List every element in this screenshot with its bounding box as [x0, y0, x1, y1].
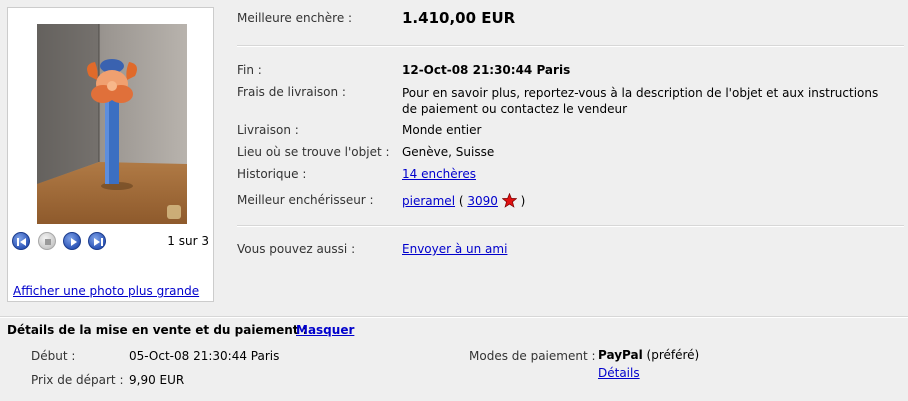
- shipping-value: Pour en savoir plus, reportez-vous à la …: [402, 86, 879, 116]
- also-label: Vous pouvez aussi :: [237, 242, 356, 256]
- play-icon[interactable]: [63, 232, 81, 250]
- next-icon[interactable]: [88, 232, 106, 250]
- location-value: Genève, Suisse: [402, 145, 495, 159]
- history-label: Historique :: [237, 167, 307, 181]
- divider: [0, 316, 908, 318]
- bid-history-link[interactable]: 14 enchères: [402, 167, 476, 181]
- photo-gallery: 1 sur 3 Afficher une photo plus grande: [7, 7, 214, 302]
- starting-price-value: 9,90 EUR: [129, 373, 185, 387]
- star-icon[interactable]: [501, 193, 517, 208]
- bidder-close-paren: ): [520, 194, 526, 208]
- end-value: 12-Oct-08 21:30:44 Paris: [402, 63, 571, 77]
- best-bidder-row: pieramel ( 3090 ): [402, 193, 525, 208]
- start-value: 05-Oct-08 21:30:44 Paris: [129, 349, 280, 363]
- send-to-friend-link[interactable]: Envoyer à un ami: [402, 242, 507, 256]
- payment-details-link[interactable]: Détails: [598, 366, 640, 380]
- previous-icon[interactable]: [12, 232, 30, 250]
- bidder-feedback-score-link[interactable]: 3090: [467, 194, 498, 208]
- bidder-name-link[interactable]: pieramel: [402, 194, 455, 208]
- payment-methods-value: PayPal (préféré): [598, 348, 699, 362]
- paypal-preferred: (préféré): [646, 348, 700, 362]
- location-label: Lieu où se trouve l'objet :: [237, 145, 390, 159]
- hide-details-link[interactable]: Masquer: [296, 323, 354, 337]
- divider: [237, 45, 904, 47]
- best-bid-value: 1.410,00 EUR: [402, 9, 516, 27]
- listing-details-title: Détails de la mise en vente et du paieme…: [7, 323, 308, 337]
- best-bid-label: Meilleure enchère :: [237, 11, 353, 25]
- pez-dispenser-image: [37, 24, 187, 224]
- bidder-open-paren: (: [458, 194, 464, 208]
- divider: [237, 225, 904, 227]
- end-label: Fin :: [237, 63, 262, 77]
- photo-counter: 1 sur 3: [167, 234, 209, 248]
- paypal-method: PayPal: [598, 348, 643, 362]
- delivery-value: Monde entier: [402, 123, 482, 137]
- stop-icon[interactable]: [38, 232, 56, 250]
- enlarge-photo-link[interactable]: Afficher une photo plus grande: [13, 284, 199, 298]
- best-bidder-label: Meilleur enchérisseur :: [237, 193, 374, 207]
- item-photo[interactable]: [37, 24, 187, 224]
- starting-price-label: Prix de départ :: [31, 373, 124, 387]
- payment-methods-label: Modes de paiement :: [469, 349, 596, 363]
- start-label: Début :: [31, 349, 76, 363]
- shipping-label: Frais de livraison :: [237, 85, 346, 99]
- delivery-label: Livraison :: [237, 123, 299, 137]
